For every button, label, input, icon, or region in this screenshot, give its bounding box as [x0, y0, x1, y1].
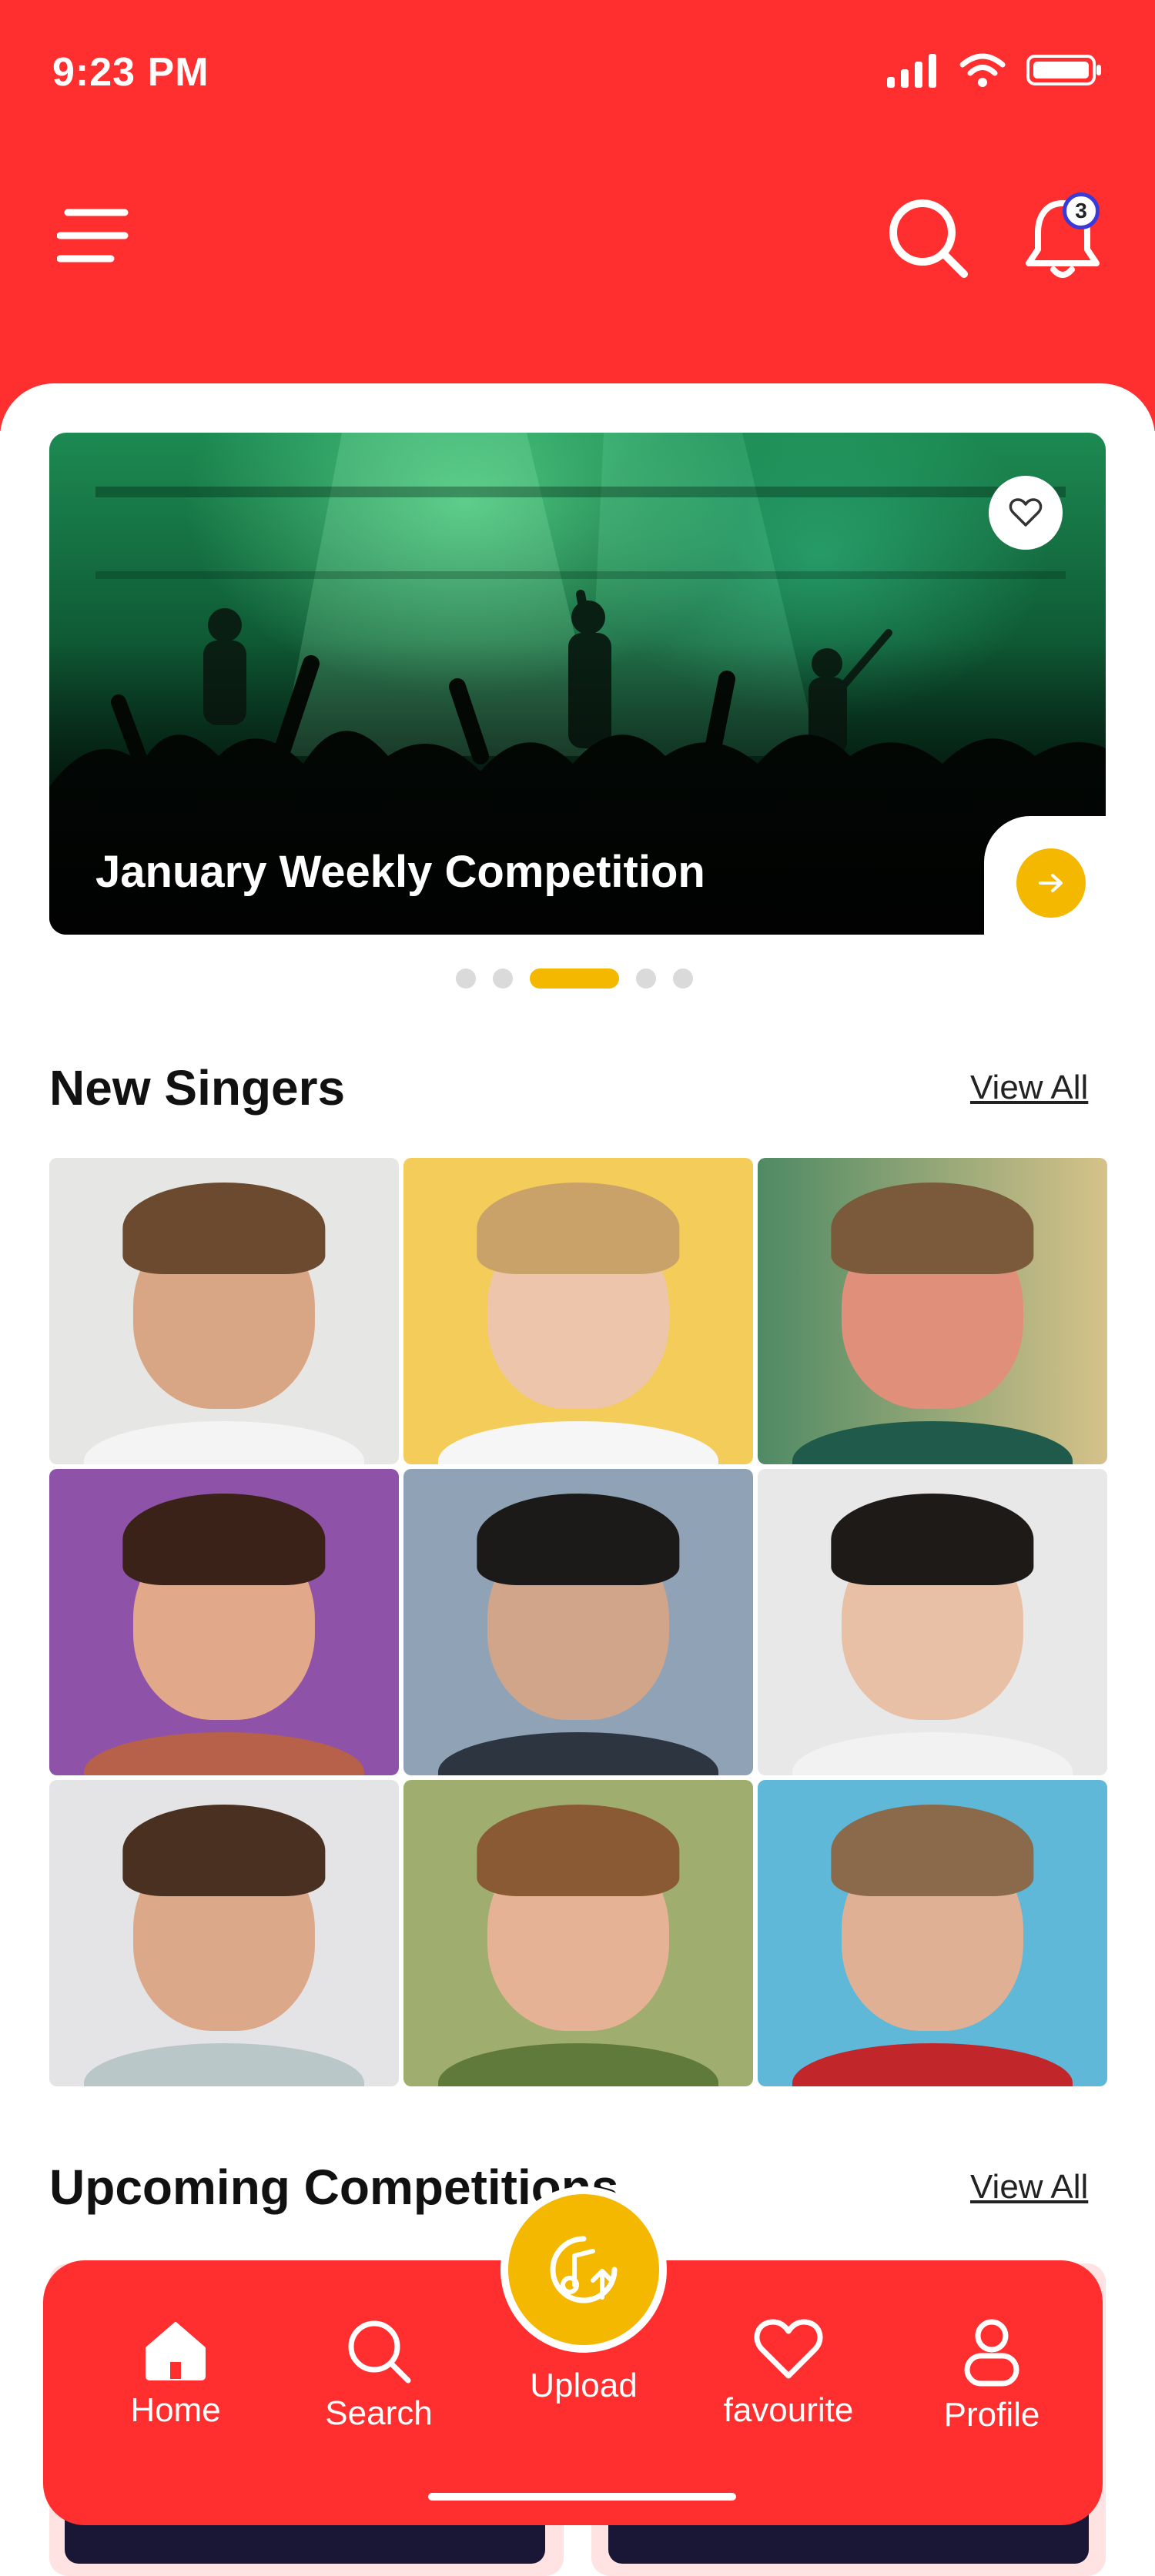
singer-shoulders: [438, 2043, 718, 2086]
singer-hair: [122, 1493, 326, 1586]
singer-shoulders: [792, 2043, 1073, 2086]
music-upload-icon: [550, 2236, 618, 2303]
header-search-button[interactable]: [886, 196, 970, 280]
nav-search[interactable]: Search: [302, 2317, 456, 2433]
singer-shoulders: [84, 2043, 364, 2086]
singer-hair: [831, 1804, 1034, 1897]
singer-shoulders: [438, 1421, 718, 1464]
new-singers-view-all[interactable]: View All: [970, 1069, 1088, 1107]
carousel-dot[interactable]: [493, 969, 513, 989]
user-icon: [964, 2319, 1019, 2387]
singer-card[interactable]: [403, 1158, 753, 1464]
wifi-icon: [959, 53, 1006, 87]
singer-shoulders: [792, 1421, 1073, 1464]
singer-shoulders: [438, 1732, 718, 1775]
home-indicator: [428, 2493, 736, 2501]
hero-next-button[interactable]: [1016, 848, 1086, 918]
status-time: 9:23 PM: [52, 50, 209, 95]
singer-card[interactable]: [403, 1469, 753, 1775]
notification-badge: 3: [1063, 192, 1100, 229]
nav-profile-label: Profile: [943, 2396, 1040, 2434]
singer-hair: [831, 1182, 1034, 1275]
singer-card[interactable]: [49, 1780, 399, 2086]
search-icon: [348, 2320, 411, 2384]
signal-icon: [887, 54, 936, 88]
nav-favourite-label: favourite: [723, 2391, 854, 2429]
nav-search-label: Search: [325, 2394, 433, 2432]
singer-card[interactable]: [758, 1469, 1107, 1775]
singer-shoulders: [792, 1732, 1073, 1775]
nav-favourite[interactable]: favourite: [711, 2317, 865, 2430]
heart-icon: [754, 2319, 823, 2379]
search-icon: [889, 199, 968, 278]
nav-home[interactable]: Home: [99, 2317, 253, 2430]
singer-hair: [831, 1493, 1034, 1586]
singer-card[interactable]: [758, 1780, 1107, 2086]
singer-hair: [122, 1182, 326, 1275]
singer-shoulders: [84, 1421, 364, 1464]
battery-icon: [1026, 55, 1101, 85]
carousel-dot[interactable]: [636, 969, 656, 989]
carousel-dot[interactable]: [456, 969, 476, 989]
favorite-button[interactable]: [989, 476, 1063, 550]
new-singers-title: New Singers: [49, 1060, 346, 1116]
singer-shoulders: [84, 1732, 364, 1775]
singer-hair: [122, 1804, 326, 1897]
home-icon: [146, 2322, 206, 2380]
carousel-dot-active[interactable]: [530, 969, 619, 989]
status-icons: [886, 52, 1103, 88]
singer-hair: [477, 1804, 680, 1897]
hamburger-menu-icon: [56, 209, 129, 263]
hero-title: January Weekly Competition: [95, 847, 705, 897]
singers-grid: [49, 1158, 1107, 2086]
carousel-dot[interactable]: [673, 969, 693, 989]
upload-button[interactable]: [500, 2186, 667, 2353]
singer-card[interactable]: [49, 1469, 399, 1775]
upload-button-inner: [508, 2194, 659, 2345]
nav-profile[interactable]: Profile: [915, 2317, 1069, 2434]
upcoming-view-all[interactable]: View All: [970, 2168, 1088, 2206]
menu-button[interactable]: [56, 205, 134, 266]
nav-home-label: Home: [130, 2391, 221, 2429]
singer-hair: [477, 1182, 680, 1275]
heart-outline-icon: [1009, 498, 1043, 527]
carousel-indicator: [456, 969, 693, 989]
singer-card[interactable]: [758, 1158, 1107, 1464]
featured-competition-card[interactable]: January Weekly Competition: [49, 433, 1106, 935]
arrow-right-icon: [1039, 874, 1063, 892]
singer-card[interactable]: [49, 1158, 399, 1464]
nav-upload-label[interactable]: Upload: [507, 2367, 661, 2405]
singer-card[interactable]: [403, 1780, 753, 2086]
singer-hair: [477, 1493, 680, 1586]
